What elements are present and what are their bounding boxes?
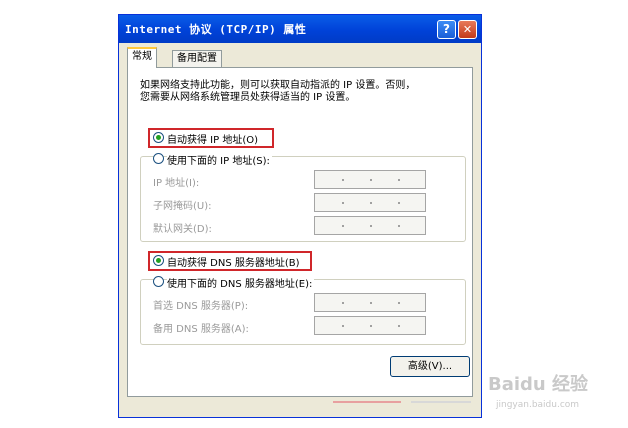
advanced-button[interactable]: 高级(V)... <box>390 356 470 377</box>
ok-button-edge[interactable] <box>333 401 401 403</box>
close-icon: ✕ <box>462 23 473 36</box>
description-line-2: 您需要从网络系统管理员处获得适当的 IP 设置。 <box>140 92 356 103</box>
subnet-mask-input[interactable] <box>314 193 426 212</box>
default-gateway-input[interactable] <box>314 216 426 235</box>
ip-manual-label[interactable]: 使用下面的 IP 地址(S): <box>167 152 272 167</box>
title-bar[interactable]: Internet 协议 (TCP/IP) 属性 ? ✕ <box>119 15 481 43</box>
default-gateway-label: 默认网关(D): <box>153 224 212 235</box>
watermark-logo: Baidu 经验 <box>488 374 589 395</box>
ip-address-input[interactable] <box>314 170 426 189</box>
window-title: Internet 协议 (TCP/IP) 属性 <box>125 23 307 36</box>
baidu-watermark: Baidu 经验 jingyan.baidu.com <box>482 362 622 418</box>
general-tab-panel: 如果网络支持此功能，则可以获取自动指派的 IP 设置。否则， 您需要从网络系统管… <box>127 67 473 397</box>
dns-manual-radio[interactable] <box>153 276 164 287</box>
preferred-dns-input[interactable] <box>314 293 426 312</box>
close-button[interactable]: ✕ <box>458 20 477 39</box>
watermark-url: jingyan.baidu.com <box>496 400 580 410</box>
subnet-mask-label: 子网掩码(U): <box>153 201 212 212</box>
tab-general[interactable]: 常规 <box>127 47 157 68</box>
ip-auto-radio[interactable] <box>153 132 164 143</box>
preferred-dns-label: 首选 DNS 服务器(P): <box>153 301 249 312</box>
dns-manual-label[interactable]: 使用下面的 DNS 服务器地址(E): <box>167 275 315 290</box>
ip-auto-label[interactable]: 自动获得 IP 地址(O) <box>167 131 258 146</box>
dns-auto-label[interactable]: 自动获得 DNS 服务器地址(B) <box>167 254 300 269</box>
tcpip-properties-dialog: Internet 协议 (TCP/IP) 属性 ? ✕ 常规 备用配置 如果网络… <box>118 14 482 418</box>
dns-auto-radio[interactable] <box>153 255 164 266</box>
help-icon: ? <box>443 22 450 36</box>
ip-manual-radio[interactable] <box>153 153 164 164</box>
help-button[interactable]: ? <box>437 20 456 39</box>
alternate-dns-input[interactable] <box>314 316 426 335</box>
ip-address-label: IP 地址(I): <box>153 178 200 189</box>
tab-alternate-config[interactable]: 备用配置 <box>172 50 222 68</box>
cancel-button-edge[interactable] <box>411 401 471 403</box>
alternate-dns-label: 备用 DNS 服务器(A): <box>153 324 249 335</box>
